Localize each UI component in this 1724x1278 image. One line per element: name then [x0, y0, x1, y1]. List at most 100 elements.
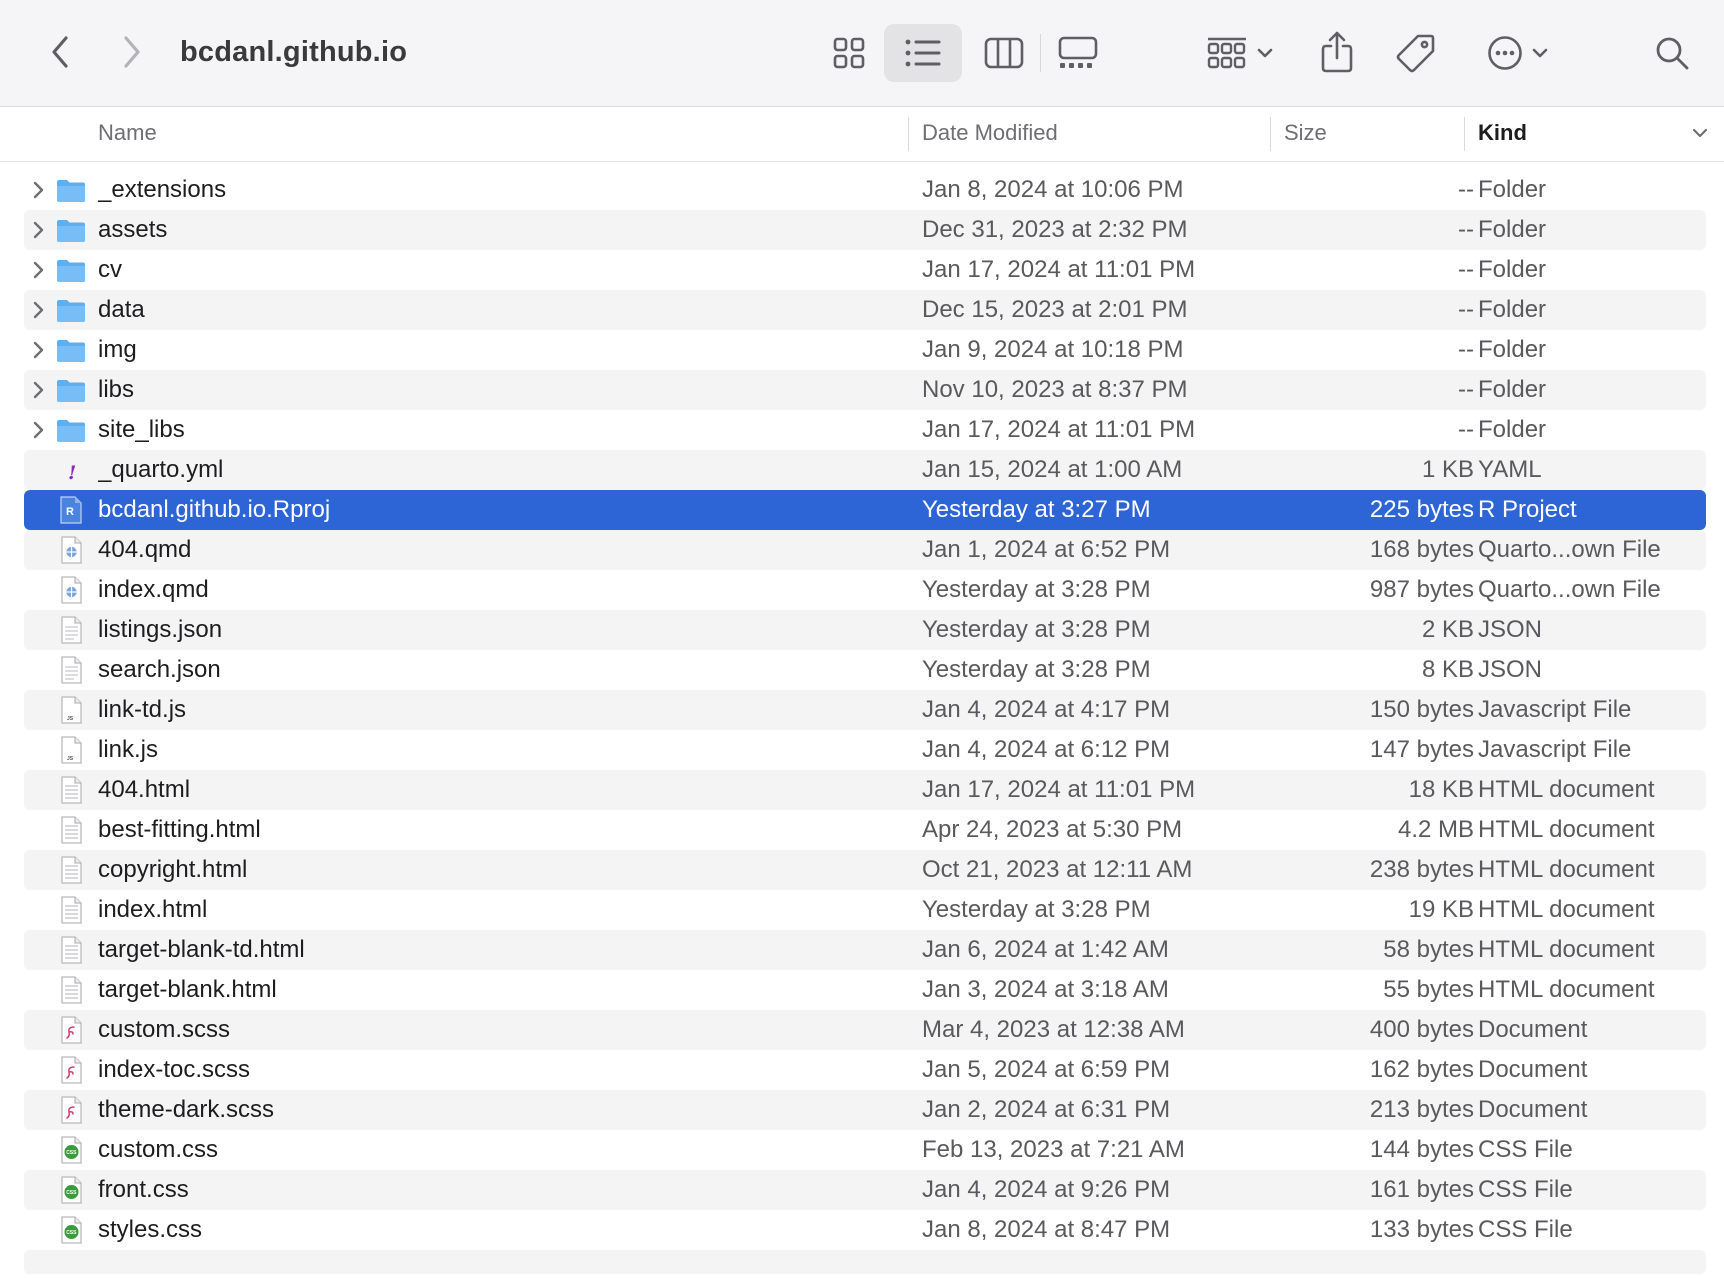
json-file-icon	[56, 655, 86, 685]
file-size: --	[1458, 296, 1474, 323]
tags-button[interactable]	[1392, 30, 1440, 76]
file-size: 144 bytes	[1369, 1136, 1474, 1163]
icon-view-button[interactable]	[826, 30, 872, 76]
size-column-header[interactable]: Size	[1284, 107, 1327, 161]
file-row[interactable]: target-blank.html Jan 3, 2024 at 3:18 AM 5…	[24, 970, 1706, 1010]
file-kind: CSS File	[1478, 1136, 1573, 1163]
file-row[interactable]: cv Jan 17, 2024 at 11:01 PM -- Folder	[24, 250, 1706, 290]
file-size: --	[1458, 336, 1474, 363]
file-name: data	[98, 296, 145, 323]
file-size: 19 KB	[1408, 896, 1474, 923]
disclosure-triangle-icon[interactable]	[32, 419, 46, 441]
more-actions-button[interactable]	[1478, 30, 1558, 76]
file-row[interactable]: listings.json Yesterday at 3:28 PM 2 KB JSO…	[24, 610, 1706, 650]
file-row[interactable]: CSS custom.css Feb 13, 2023 at 7:21 AM 144 …	[24, 1130, 1706, 1170]
grid-icon	[833, 37, 865, 69]
column-view-button[interactable]	[980, 30, 1028, 76]
file-row[interactable]: CSS styles.css Jan 8, 2024 at 8:47 PM 133 b…	[24, 1210, 1706, 1250]
file-kind: Javascript File	[1478, 696, 1632, 723]
svg-text:R: R	[66, 506, 74, 518]
kind-column-header[interactable]: Kind	[1478, 107, 1527, 161]
yaml-file-icon: !	[56, 455, 86, 485]
disclosure-triangle-icon[interactable]	[32, 299, 46, 321]
column-header: Name Date Modified Size Kind	[0, 107, 1724, 162]
file-name: copyright.html	[98, 856, 248, 883]
file-row[interactable]: index-toc.scss Jan 5, 2024 at 6:59 PM 162 …	[24, 1050, 1706, 1090]
column-divider[interactable]	[1464, 117, 1465, 151]
file-name: assets	[98, 216, 168, 243]
group-button[interactable]	[1200, 30, 1280, 76]
file-kind: JSON	[1478, 616, 1543, 643]
file-name: 404.html	[98, 776, 191, 803]
disclosure-triangle-icon[interactable]	[32, 259, 46, 281]
file-row[interactable]: search.json Yesterday at 3:28 PM 8 KB JSON	[24, 650, 1706, 690]
file-name: front.css	[98, 1176, 189, 1203]
file-size: --	[1458, 256, 1474, 283]
back-button[interactable]	[40, 30, 80, 74]
file-row[interactable]: assets Dec 31, 2023 at 2:32 PM -- Folder	[24, 210, 1706, 250]
file-size: --	[1458, 216, 1474, 243]
file-row[interactable]: best-fitting.html Apr 24, 2023 at 5:30 PM…	[24, 810, 1706, 850]
html-file-icon	[56, 975, 86, 1005]
list-view-button[interactable]	[884, 24, 962, 82]
js-file-icon: JS	[56, 735, 86, 765]
html-file-icon	[56, 815, 86, 845]
file-kind: CSS File	[1478, 1176, 1573, 1203]
date-modified-column-header[interactable]: Date Modified	[922, 107, 1058, 161]
quarto-file-icon	[56, 535, 86, 565]
disclosure-triangle-icon[interactable]	[32, 379, 46, 401]
file-kind: Folder	[1478, 296, 1547, 323]
file-row[interactable]: index.qmd Yesterday at 3:28 PM 987 bytes Qu…	[24, 570, 1706, 610]
chevron-down-icon	[1532, 48, 1548, 58]
file-row[interactable]: Rbcdanl.github.io.Rproj Yesterday at 3:27…	[24, 490, 1706, 530]
file-row[interactable]: img Jan 9, 2024 at 10:18 PM -- Folder	[24, 330, 1706, 370]
disclosure-triangle-icon[interactable]	[32, 179, 46, 201]
column-divider[interactable]	[1270, 117, 1271, 151]
file-size: 147 bytes	[1369, 736, 1474, 763]
name-column-header[interactable]: Name	[98, 107, 157, 161]
file-kind: Folder	[1478, 336, 1547, 363]
file-row[interactable]: custom.scss Mar 4, 2023 at 12:38 AM 400 by…	[24, 1010, 1706, 1050]
disclosure-triangle-icon[interactable]	[32, 219, 46, 241]
file-name: link.js	[98, 736, 159, 763]
file-row[interactable]: ! _quarto.yml Jan 15, 2024 at 1:00 AM 1 KB Y…	[24, 450, 1706, 490]
svg-text:JS: JS	[67, 716, 74, 722]
file-row[interactable]: JS link-td.js Jan 4, 2024 at 4:17 PM 150 by…	[24, 690, 1706, 730]
file-kind: CSS File	[1478, 1216, 1573, 1243]
file-name: custom.scss	[98, 1016, 231, 1043]
file-size: --	[1458, 176, 1474, 203]
empty-row	[24, 1250, 1706, 1274]
file-row[interactable]: index.html Yesterday at 3:28 PM 19 KB HTML …	[24, 890, 1706, 930]
chevron-left-icon	[52, 36, 68, 68]
file-row[interactable]: libs Nov 10, 2023 at 8:37 PM -- Folder	[24, 370, 1706, 410]
file-row[interactable]: 404.html Jan 17, 2024 at 11:01 PM 18 KB HTM…	[24, 770, 1706, 810]
file-name: bcdanl.github.io.Rproj	[98, 496, 331, 523]
gallery-view-button[interactable]	[1054, 30, 1102, 76]
file-name: img	[98, 336, 137, 363]
file-size: 161 bytes	[1369, 1176, 1474, 1203]
file-row[interactable]: JS link.js Jan 4, 2024 at 6:12 PM 147 bytes…	[24, 730, 1706, 770]
file-name: link-td.js	[98, 696, 187, 723]
file-size: 18 KB	[1408, 776, 1474, 803]
share-button[interactable]	[1316, 26, 1358, 78]
file-row[interactable]: copyright.html Oct 21, 2023 at 12:11 AM 23…	[24, 850, 1706, 890]
file-kind: HTML document	[1478, 856, 1655, 883]
file-name: listings.json	[98, 616, 223, 643]
file-row[interactable]: site_libs Jan 17, 2024 at 11:01 PM -- Folde…	[24, 410, 1706, 450]
svg-text:JS: JS	[67, 756, 74, 762]
sort-chevron-down-icon[interactable]	[1690, 122, 1710, 146]
folder-icon	[56, 335, 86, 365]
column-divider[interactable]	[908, 117, 909, 151]
disclosure-triangle-icon[interactable]	[32, 339, 46, 361]
file-row[interactable]: theme-dark.scss Jan 2, 2024 at 6:31 PM 213…	[24, 1090, 1706, 1130]
file-row[interactable]: data Dec 15, 2023 at 2:01 PM -- Folder	[24, 290, 1706, 330]
file-row[interactable]: _extensions Jan 8, 2024 at 10:06 PM -- Fold…	[24, 170, 1706, 210]
file-kind: Quarto...own File	[1478, 576, 1661, 603]
file-row[interactable]: 404.qmd Jan 1, 2024 at 6:52 PM 168 bytes Qu…	[24, 530, 1706, 570]
file-row[interactable]: CSS front.css Jan 4, 2024 at 9:26 PM 161 by…	[24, 1170, 1706, 1210]
file-row[interactable]: target-blank-td.html Jan 6, 2024 at 1:42 …	[24, 930, 1706, 970]
search-button[interactable]	[1650, 30, 1694, 76]
forward-button[interactable]	[112, 30, 152, 74]
file-kind: Javascript File	[1478, 736, 1632, 763]
file-size: 133 bytes	[1369, 1216, 1474, 1243]
